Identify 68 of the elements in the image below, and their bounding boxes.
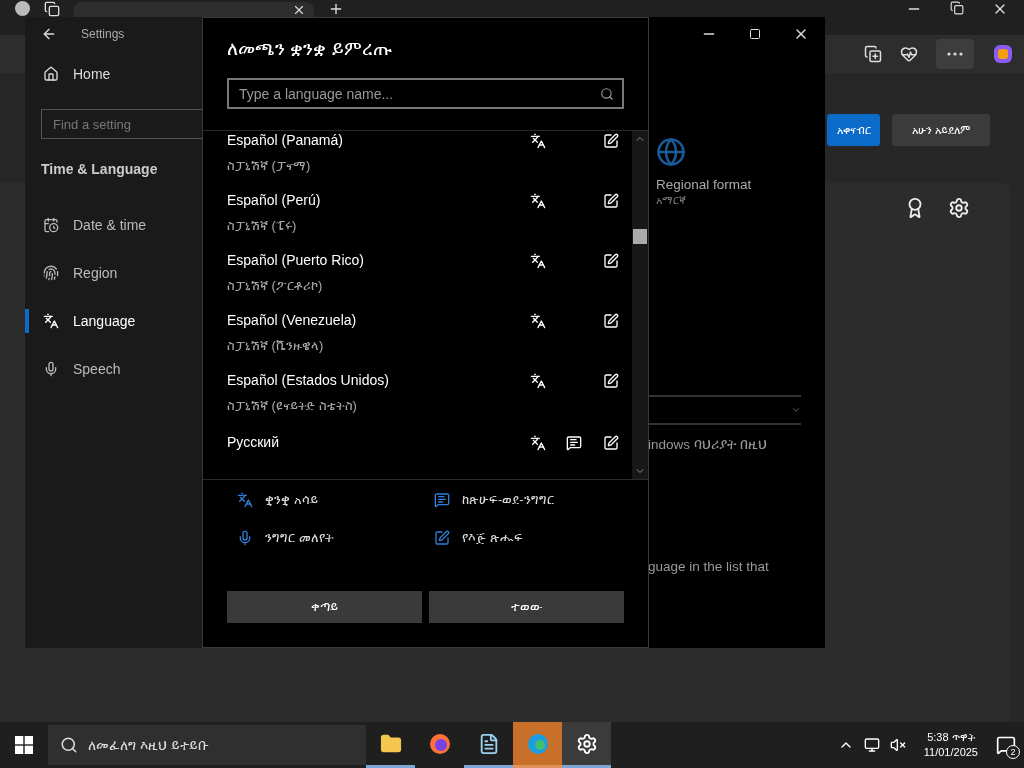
profile-avatar[interactable] (15, 1, 30, 16)
more-icon (947, 52, 963, 56)
language-option[interactable]: Español (Panamá) (227, 131, 524, 149)
next-button[interactable]: ቀጣይ (227, 591, 422, 623)
search-field[interactable]: Find a setting (41, 109, 202, 139)
heart-pulse-icon[interactable] (900, 45, 918, 63)
nav-item[interactable]: Region (25, 249, 202, 297)
primary-button[interactable]: አቀናብር (827, 114, 880, 146)
settings-icon[interactable] (575, 732, 598, 755)
collections-icon[interactable] (864, 45, 882, 63)
dismiss-button[interactable]: አሁን አይደለም (892, 114, 990, 146)
nav-item[interactable]: Language (25, 297, 202, 345)
clock-date[interactable]: 11/01/2025 (923, 745, 978, 760)
tab-actions-icon[interactable] (44, 1, 60, 17)
regional-format-value: አማርኛ (656, 194, 687, 207)
native-name: ስፓኒሽኛ (ፓናማ) (227, 157, 312, 175)
cancel-button[interactable]: ተወው (429, 591, 624, 623)
nav-item[interactable]: Date & time (25, 201, 202, 249)
home-item[interactable]: Home (25, 51, 202, 97)
language-icon (43, 313, 59, 329)
dialog-title: ለመጫን ቋንቋ ይምረጡ (227, 38, 393, 60)
language-option[interactable]: Español (Puerto Rico) (227, 251, 524, 269)
muted-volume-icon[interactable] (889, 737, 906, 753)
legend-label: ንግግር መለየት (265, 530, 334, 546)
language-option[interactable]: Español (Venezuela) (227, 311, 524, 329)
home-icon (43, 66, 59, 82)
calendar-clock-icon (43, 217, 59, 233)
description-text: guage in the list that (648, 559, 770, 574)
native-name: ስፓኒሽኛ (ፖርቶሪኮ) (227, 277, 324, 295)
speech-bubble-icon (434, 492, 450, 508)
microphone-icon (237, 530, 253, 546)
notification-count: 2 (1006, 745, 1020, 759)
language-search-field[interactable]: Type a language name... (227, 78, 624, 109)
globe-icon[interactable] (656, 137, 686, 167)
nav-item[interactable]: Speech (25, 345, 202, 393)
chevron-down-icon (791, 405, 801, 415)
window-title: Settings (81, 27, 125, 41)
scrollbar[interactable] (632, 131, 648, 479)
restore-icon[interactable] (950, 1, 964, 15)
taskbar-app[interactable] (562, 722, 611, 768)
new-tab-icon[interactable] (328, 1, 344, 17)
native-name: ስፓኒሽኛ (ዩናይትድ ስቴትስ) (227, 397, 358, 415)
native-name: ስፓኒሽኛ (ቬንዙዌላ) (227, 337, 325, 355)
more-button[interactable] (936, 39, 974, 69)
back-icon[interactable] (41, 26, 57, 42)
description-text: indows ባህሪያት በዚህ (648, 437, 768, 453)
language-icon (237, 492, 253, 508)
legend-label: የእጅ ጽሑፍ (462, 530, 523, 546)
legend-label: ከጽሁፍ-ወደ-ንግግር (462, 492, 554, 508)
search-icon[interactable] (600, 86, 614, 101)
windows-logo-icon (15, 736, 33, 754)
native-name: ስፓኒሽኛ (ፔሩ) (227, 217, 298, 235)
section-heading: Time & Language (40, 160, 159, 179)
regional-format-label[interactable]: Regional format (656, 177, 825, 192)
network-icon[interactable] (863, 737, 880, 753)
taskbar-search-field[interactable]: ለመፈለግ እዚህ ይተይቡ (48, 725, 366, 765)
microphone-icon (43, 361, 59, 377)
folder-icon[interactable] (379, 732, 402, 755)
legend-label: ቋንቋ አሳይ (265, 492, 318, 508)
language-option[interactable]: Русский (227, 433, 524, 451)
clock-time[interactable]: 5:38 ጥዋት (927, 730, 975, 745)
scroll-thumb[interactable] (633, 229, 647, 244)
maximize-icon[interactable] (749, 28, 761, 40)
pen-icon (434, 530, 450, 546)
settings-icon[interactable] (948, 197, 970, 219)
language-option[interactable]: Español (Estados Unidos) (227, 371, 524, 389)
search-icon (60, 736, 78, 754)
language-option[interactable]: Español (Perú) (227, 191, 524, 209)
